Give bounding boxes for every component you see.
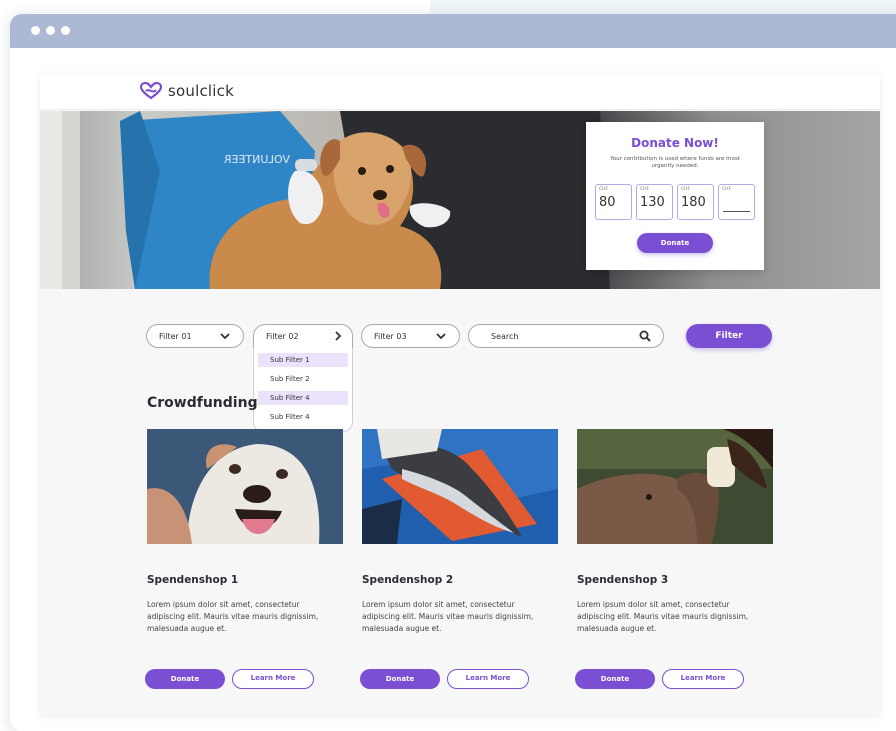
browser-title-bar <box>10 14 896 48</box>
card-description: Lorem ipsum dolor sit amet, consectetur … <box>147 600 319 633</box>
donate-button[interactable]: Donate <box>575 669 655 689</box>
currency-label: CHF <box>599 187 609 192</box>
window-dot-icon[interactable] <box>46 26 55 35</box>
donate-card-description: Your contribution is used where funds ar… <box>610 156 740 169</box>
dolphin-photo[interactable] <box>362 429 558 544</box>
filter-02-label: Filter 02 <box>266 332 299 341</box>
volunteer-shirt-text: VOLUNTEER <box>224 153 290 166</box>
donate-now-card: Donate Now! Your contribution is used wh… <box>586 122 764 270</box>
logo[interactable]: soulclick <box>140 82 234 100</box>
window-dot-icon[interactable] <box>61 26 70 35</box>
card-title: Spendenshop 3 <box>577 574 669 586</box>
chevron-down-icon <box>220 333 230 340</box>
subfilter-option[interactable]: Sub Filter 4 <box>258 391 348 405</box>
donate-card-title: Donate Now! <box>631 136 719 150</box>
dog-photo[interactable] <box>147 429 343 544</box>
card-actions: Donate Learn More <box>575 669 744 689</box>
search-input[interactable]: Search <box>468 324 664 348</box>
card-actions: Donate Learn More <box>145 669 314 689</box>
currency-label: CHF <box>640 187 650 192</box>
card-title: Spendenshop 2 <box>362 574 454 586</box>
amount-value: 80 <box>599 195 616 210</box>
learn-more-button[interactable]: Learn More <box>447 669 529 689</box>
currency-label: CHF <box>681 187 691 192</box>
custom-amount-input[interactable]: CHF <box>718 184 755 220</box>
site-header: soulclick <box>40 74 880 110</box>
campaign-card: Spendenshop 2 Lorem ipsum dolor sit amet… <box>360 429 558 689</box>
amount-option[interactable]: CHF 130 <box>636 184 673 220</box>
filter-01-label: Filter 01 <box>159 332 192 341</box>
window-dot-icon[interactable] <box>31 26 40 35</box>
learn-more-button[interactable]: Learn More <box>662 669 744 689</box>
logo-text: soulclick <box>168 82 234 100</box>
chevron-right-icon <box>335 331 342 341</box>
donate-button[interactable]: Donate <box>145 669 225 689</box>
campaign-card: Spendenshop 3 Lorem ipsum dolor sit amet… <box>575 429 773 689</box>
hero-banner: VOLUNTEER Donate Now! Your contribution … <box>40 111 880 289</box>
filter-02-select[interactable]: Filter 02 <box>253 324 353 348</box>
donate-now-button[interactable]: Donate <box>637 233 713 253</box>
search-placeholder: Search <box>491 332 519 341</box>
section-title: Crowdfunding <box>147 395 258 411</box>
amount-value: 180 <box>681 195 706 210</box>
amount-option[interactable]: CHF 80 <box>595 184 632 220</box>
subfilter-option[interactable]: Sub Filter 4 <box>258 410 348 424</box>
currency-label: CHF <box>722 187 732 192</box>
subfilter-option[interactable]: Sub Filter 1 <box>258 353 348 367</box>
campaign-card: Spendenshop 1 Lorem ipsum dolor sit amet… <box>145 429 343 689</box>
card-title: Spendenshop 1 <box>147 574 239 586</box>
input-underline <box>723 211 750 212</box>
filter-03-label: Filter 03 <box>374 332 407 341</box>
donation-amounts: CHF 80 CHF 130 CHF 180 CHF <box>595 184 755 220</box>
subfilter-option[interactable]: Sub Filter 2 <box>258 372 348 386</box>
card-description: Lorem ipsum dolor sit amet, consectetur … <box>577 600 749 633</box>
learn-more-button[interactable]: Learn More <box>232 669 314 689</box>
filter-03-select[interactable]: Filter 03 <box>361 324 460 348</box>
search-icon[interactable] <box>639 330 651 342</box>
card-actions: Donate Learn More <box>360 669 529 689</box>
filter-01-select[interactable]: Filter 01 <box>146 324 244 348</box>
elephant-photo[interactable] <box>577 429 773 544</box>
amount-option[interactable]: CHF 180 <box>677 184 714 220</box>
web-page: soulclick VOLUNTEER Donate Now! Your con… <box>40 74 880 714</box>
filter-button[interactable]: Filter <box>686 324 772 348</box>
amount-value: 130 <box>640 195 665 210</box>
browser-window: soulclick VOLUNTEER Donate Now! Your con… <box>10 14 896 731</box>
heart-logo-icon <box>140 82 162 100</box>
filter-02-dropdown: Sub Filter 1 Sub Filter 2 Sub Filter 4 S… <box>253 348 353 432</box>
chevron-down-icon <box>436 333 446 340</box>
card-description: Lorem ipsum dolor sit amet, consectetur … <box>362 600 534 633</box>
donate-button[interactable]: Donate <box>360 669 440 689</box>
